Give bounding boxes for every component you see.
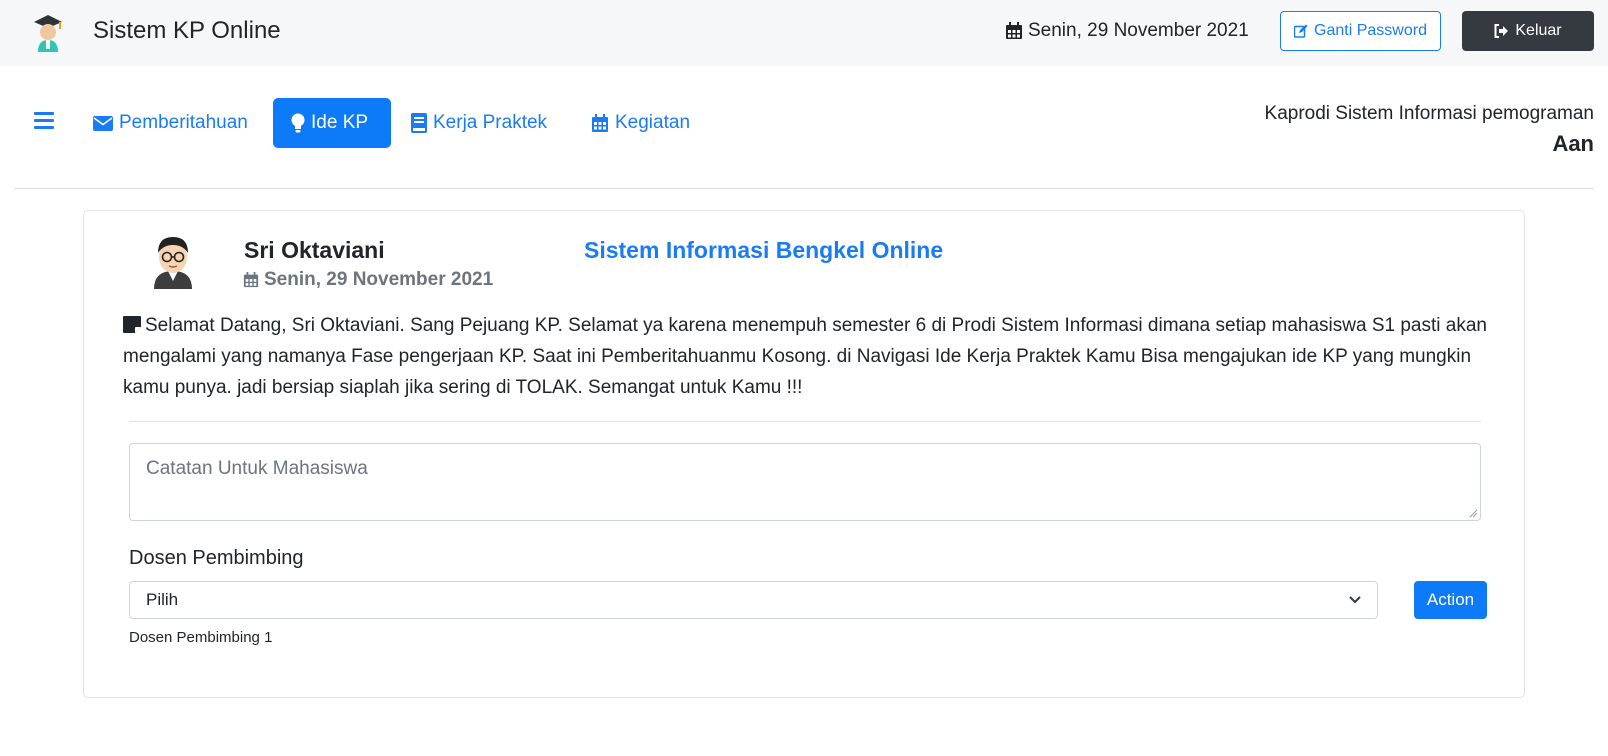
project-title[interactable]: Sistem Informasi Bengkel Online	[584, 237, 943, 264]
avatar	[154, 237, 192, 289]
nav-kerja-praktek-label: Kerja Praktek	[433, 112, 548, 133]
welcome-message: Selamat Datang, Sri Oktaviani. Sang Peju…	[123, 310, 1493, 403]
calendar-icon	[592, 113, 608, 132]
supervisor-select[interactable]: Pilih	[129, 581, 1378, 619]
nav-kerja-praktek[interactable]: Kerja Praktek	[393, 98, 565, 148]
nav-pemberitahuan[interactable]: Pemberitahuan	[75, 98, 266, 148]
user-role: Kaprodi Sistem Informasi pemograman	[1264, 103, 1594, 124]
calendar-icon	[1006, 22, 1022, 39]
nav-pemberitahuan-label: Pemberitahuan	[119, 112, 248, 133]
top-navbar: Sistem KP Online Senin, 29 November 2021…	[0, 0, 1608, 66]
envelope-icon	[93, 115, 113, 131]
note-placeholder: Catatan Untuk Mahasiswa	[146, 458, 368, 479]
action-button[interactable]: Action	[1414, 581, 1487, 619]
logout-button[interactable]: Keluar	[1462, 11, 1594, 51]
resize-handle-icon[interactable]	[1468, 508, 1478, 518]
user-name: Aan	[1552, 131, 1594, 156]
supervisor-selected-value: Pilih	[146, 590, 179, 609]
card-date-text: Senin, 29 November 2021	[264, 269, 494, 290]
nav-ide-kp[interactable]: Ide KP	[273, 98, 391, 148]
student-name: Sri Oktaviani	[244, 237, 385, 263]
nav-ide-kp-label: Ide KP	[311, 112, 369, 133]
nav-divider	[14, 188, 1594, 189]
sticky-note-icon	[123, 316, 141, 333]
card-divider	[129, 421, 1481, 422]
header-date-text: Senin, 29 November 2021	[1028, 20, 1249, 41]
idea-card: Sri Oktaviani Senin, 29 November 2021 Si…	[83, 210, 1525, 698]
nav-kegiatan[interactable]: Kegiatan	[573, 98, 708, 148]
graduate-logo-icon	[34, 15, 62, 52]
supervisor-help-text: Dosen Pembimbing 1	[129, 629, 273, 646]
sign-out-icon	[1494, 24, 1509, 38]
change-password-label: Ganti Password	[1314, 22, 1427, 39]
card-date: Senin, 29 November 2021	[243, 269, 493, 291]
note-textarea[interactable]: Catatan Untuk Mahasiswa	[129, 443, 1481, 521]
supervisor-label: Dosen Pembimbing	[129, 547, 304, 569]
change-password-button[interactable]: Ganti Password	[1280, 11, 1441, 51]
welcome-message-text: Selamat Datang, Sri Oktaviani. Sang Peju…	[123, 315, 1487, 398]
nav-kegiatan-label: Kegiatan	[615, 112, 691, 133]
edit-icon	[1294, 24, 1308, 38]
header-date: Senin, 29 November 2021	[1005, 20, 1249, 42]
app-title[interactable]: Sistem KP Online	[93, 17, 281, 45]
logout-label: Keluar	[1515, 22, 1562, 39]
hamburger-icon[interactable]	[34, 112, 54, 130]
lightbulb-icon	[291, 113, 305, 133]
calendar-icon	[243, 272, 259, 288]
chevron-down-icon	[1349, 596, 1361, 604]
book-icon	[411, 113, 427, 133]
